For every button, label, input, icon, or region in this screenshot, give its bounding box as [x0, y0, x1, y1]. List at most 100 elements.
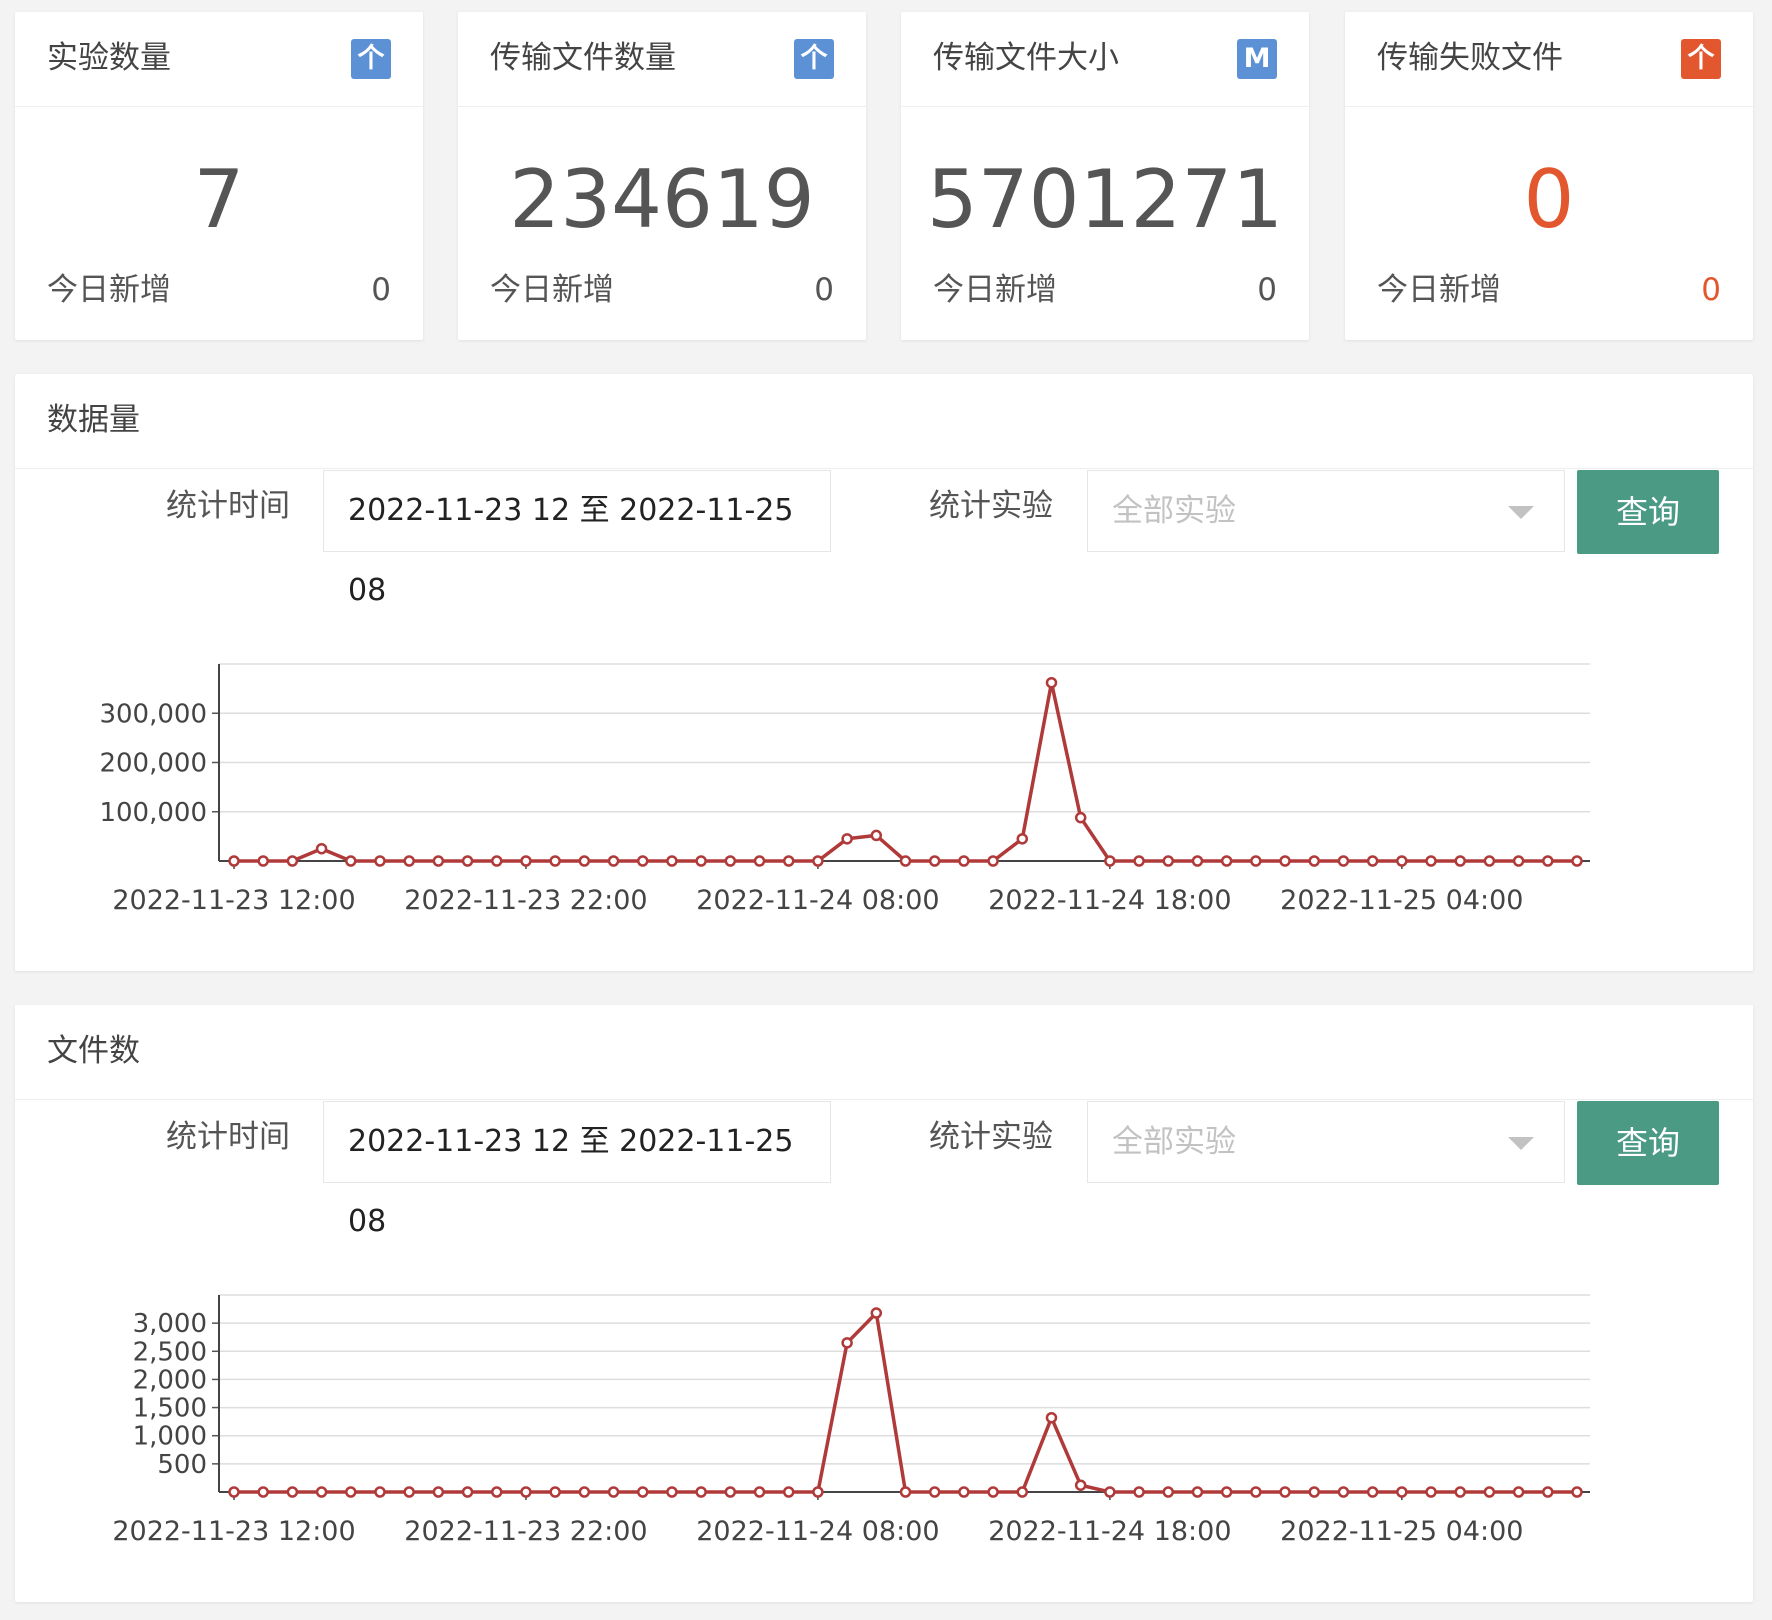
experiment-select[interactable]: 全部实验 [1087, 1101, 1565, 1183]
data-point [403, 855, 415, 867]
data-point [286, 1486, 299, 1498]
x-tick-label: 2022-11-25 04:00 [1280, 885, 1523, 916]
stat-value: 0 [1523, 153, 1575, 246]
data-point [1396, 855, 1408, 867]
data-point [491, 855, 503, 867]
experiment-select-placeholder: 全部实验 [1112, 493, 1236, 529]
data-point [753, 1486, 766, 1498]
y-tick-label: 500 [157, 1450, 207, 1480]
stat-card-transfer-count: 传输文件数量 个 234619 今日新增 0 [458, 12, 866, 340]
today-label: 今日新增 [1377, 272, 1501, 308]
x-tick-label: 2022-11-25 04:00 [1280, 1516, 1523, 1547]
today-label: 今日新增 [47, 272, 171, 308]
data-point [1016, 833, 1029, 845]
data-point [1571, 1486, 1583, 1498]
x-tick-label: 2022-11-23 22:00 [404, 885, 647, 916]
data-point [636, 1486, 649, 1498]
y-tick-label: 300,000 [99, 699, 207, 729]
unit-badge: 个 [1681, 39, 1721, 79]
query-button[interactable]: 查询 [1577, 470, 1719, 554]
y-tick-label: 1,000 [133, 1422, 207, 1452]
stat-title: 传输文件大小 [933, 40, 1119, 76]
date-range-input[interactable]: 2022-11-23 12 至 2022-11-25 08 [323, 1101, 831, 1239]
data-point [607, 1486, 620, 1498]
stat-card-header: 传输失败文件 个 [1345, 12, 1753, 107]
data-point [1542, 1486, 1554, 1498]
data-point [1104, 855, 1116, 867]
stat-value: 5701271 [926, 153, 1284, 246]
x-tick-label: 2022-11-24 18:00 [988, 885, 1231, 916]
data-point [1133, 855, 1145, 867]
data-point [987, 1486, 999, 1498]
panel-header: 文件数 [15, 1005, 1753, 1100]
experiment-select[interactable]: 全部实验 [1087, 470, 1565, 552]
chevron-down-icon [1508, 1137, 1534, 1150]
data-point [1133, 1486, 1145, 1498]
series-line [234, 1311, 1577, 1494]
data-point [666, 855, 678, 867]
data-point [607, 855, 620, 867]
x-tick-label: 2022-11-23 12:00 [112, 1516, 355, 1547]
data-point [958, 1486, 970, 1498]
data-point [578, 1486, 591, 1498]
data-point [928, 1486, 941, 1498]
x-tick-label: 2022-11-23 22:00 [404, 1516, 647, 1547]
data-point [1571, 855, 1583, 867]
query-button[interactable]: 查询 [1577, 1101, 1719, 1185]
panel-title: 文件数 [47, 1033, 140, 1069]
stat-title: 传输失败文件 [1377, 40, 1563, 76]
data-point [374, 855, 386, 867]
data-point [1425, 1486, 1437, 1498]
data-point [549, 855, 561, 867]
unit-badge: 个 [794, 39, 834, 79]
data-point [1074, 811, 1087, 824]
data-point [812, 1486, 824, 1498]
data-point [1045, 676, 1058, 689]
data-point [695, 1486, 707, 1498]
data-point [666, 1486, 678, 1498]
time-label: 统计时间 [166, 1119, 290, 1155]
data-point [549, 1486, 561, 1498]
file-count-chart: 5001,0001,5002,0002,5003,000 2022-11-23 1… [112, 1294, 1590, 1547]
data-point [578, 855, 591, 867]
stat-title: 实验数量 [47, 40, 171, 76]
data-point [987, 855, 999, 867]
unit-badge: M [1237, 39, 1277, 79]
y-tick-label: 100,000 [99, 798, 207, 828]
data-point [286, 855, 299, 867]
data-point [1104, 1486, 1116, 1498]
data-point [491, 1486, 503, 1498]
data-point [1220, 855, 1233, 867]
stat-value: 7 [193, 153, 245, 246]
data-point [1483, 855, 1496, 867]
data-point [345, 855, 357, 867]
data-point [520, 855, 532, 867]
data-point [1074, 1479, 1087, 1491]
series-line [234, 680, 1577, 863]
data-point [1308, 855, 1320, 867]
data-point [432, 1486, 445, 1498]
data-point [1512, 1486, 1525, 1498]
data-point [345, 1486, 357, 1498]
x-tick-label: 2022-11-24 08:00 [696, 885, 939, 916]
date-range-input[interactable]: 2022-11-23 12 至 2022-11-25 08 [323, 470, 831, 608]
stat-card-failed-files: 传输失败文件 个 0 今日新增 0 [1345, 12, 1753, 340]
data-point [695, 855, 707, 867]
panel-file-count: 文件数 统计时间 2022-11-23 12 至 2022-11-25 08 统… [15, 1005, 1753, 1602]
data-point [724, 855, 737, 867]
data-point [1483, 1486, 1496, 1498]
data-point [1542, 855, 1554, 867]
data-point [1279, 855, 1291, 867]
x-tick-label: 2022-11-24 18:00 [988, 1516, 1231, 1547]
time-label: 统计时间 [166, 488, 290, 524]
today-label: 今日新增 [490, 272, 614, 308]
data-point [1337, 1486, 1350, 1498]
chevron-down-icon [1508, 506, 1534, 519]
data-point [1512, 855, 1525, 867]
stat-value: 234619 [509, 153, 815, 246]
data-point [1250, 1486, 1262, 1498]
data-point [870, 829, 883, 842]
stat-card-experiments: 实验数量 个 7 今日新增 0 [15, 12, 423, 340]
data-point [315, 1486, 328, 1498]
unit-badge: 个 [351, 39, 391, 79]
